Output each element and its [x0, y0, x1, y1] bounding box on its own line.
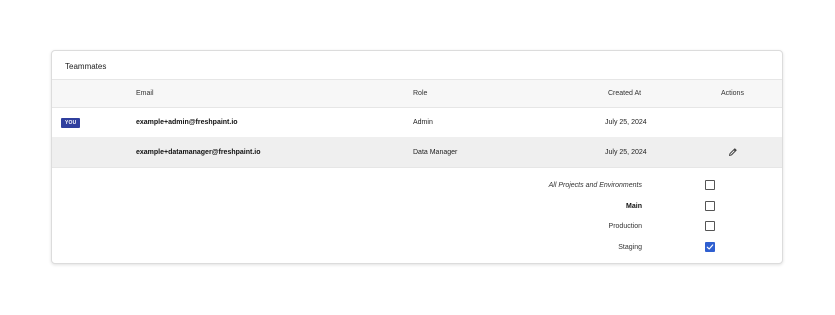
teammates-card: Teammates Email Role Created At Actions …: [51, 50, 783, 264]
table-row[interactable]: example+datamanager@freshpaint.io Data M…: [52, 137, 782, 168]
table-header: Email Role Created At Actions: [52, 80, 782, 108]
you-badge: YOU: [61, 117, 81, 128]
header-actions: Actions: [721, 90, 744, 97]
header-created-at: Created At: [608, 90, 642, 97]
header-role: Role: [413, 90, 428, 97]
permission-checkbox-all[interactable]: [705, 180, 715, 190]
row-role: Admin: [413, 119, 433, 126]
permission-row-production: Production: [52, 219, 782, 233]
permission-checkbox-main[interactable]: [705, 201, 715, 211]
edit-button[interactable]: [728, 137, 738, 167]
pencil-icon[interactable]: [728, 147, 738, 157]
permission-row-all: All Projects and Environments: [52, 178, 782, 192]
row-created-at: July 25, 2024: [605, 148, 647, 156]
row-created-at: July 25, 2024: [605, 119, 647, 126]
permission-checkbox-staging[interactable]: [705, 242, 715, 252]
checkmark-icon: [706, 244, 714, 250]
permission-row-main: Main: [52, 199, 782, 213]
header-email: Email: [136, 90, 154, 97]
row-role: Data Manager: [413, 148, 458, 156]
permission-label: All Projects and Environments: [548, 181, 642, 189]
row-email: example+admin@freshpaint.io: [136, 119, 238, 126]
permission-label: Production: [608, 222, 642, 230]
permission-row-staging: Staging: [52, 240, 782, 254]
permission-label: Staging: [618, 243, 642, 251]
row-email: example+datamanager@freshpaint.io: [136, 148, 261, 156]
card-title: Teammates: [65, 62, 107, 71]
you-badge-cell: YOU: [61, 108, 81, 137]
permission-checkbox-production[interactable]: [705, 221, 715, 231]
table-row[interactable]: YOU example+admin@freshpaint.io Admin Ju…: [52, 108, 782, 138]
permission-label: Main: [626, 202, 642, 210]
